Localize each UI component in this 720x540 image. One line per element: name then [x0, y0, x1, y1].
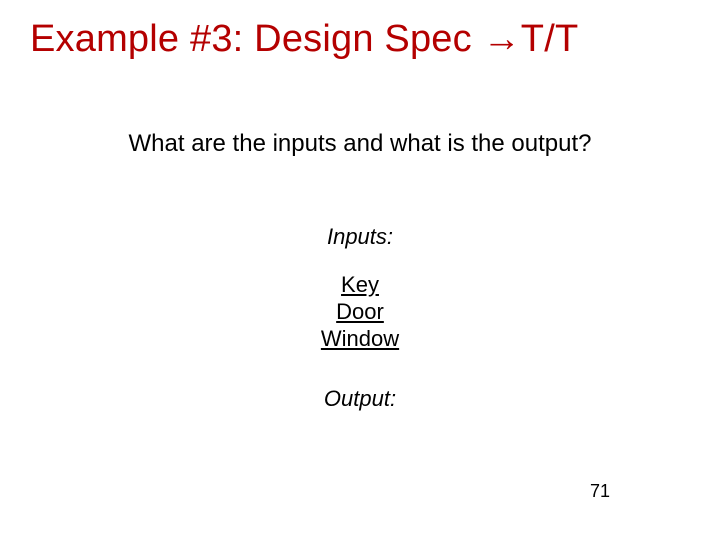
- question-text: What are the inputs and what is the outp…: [0, 130, 720, 158]
- slide: Example #3: Design Spec →T/T What are th…: [0, 0, 720, 540]
- page-number: 71: [590, 481, 610, 502]
- input-item-window: Window: [0, 326, 720, 353]
- output-heading: Output:: [0, 386, 720, 412]
- inputs-heading: Inputs:: [0, 224, 720, 250]
- inputs-list: Key Door Window: [0, 272, 720, 352]
- slide-title: Example #3: Design Spec →T/T: [30, 18, 690, 61]
- input-item-door: Door: [0, 299, 720, 326]
- input-item-key: Key: [0, 272, 720, 299]
